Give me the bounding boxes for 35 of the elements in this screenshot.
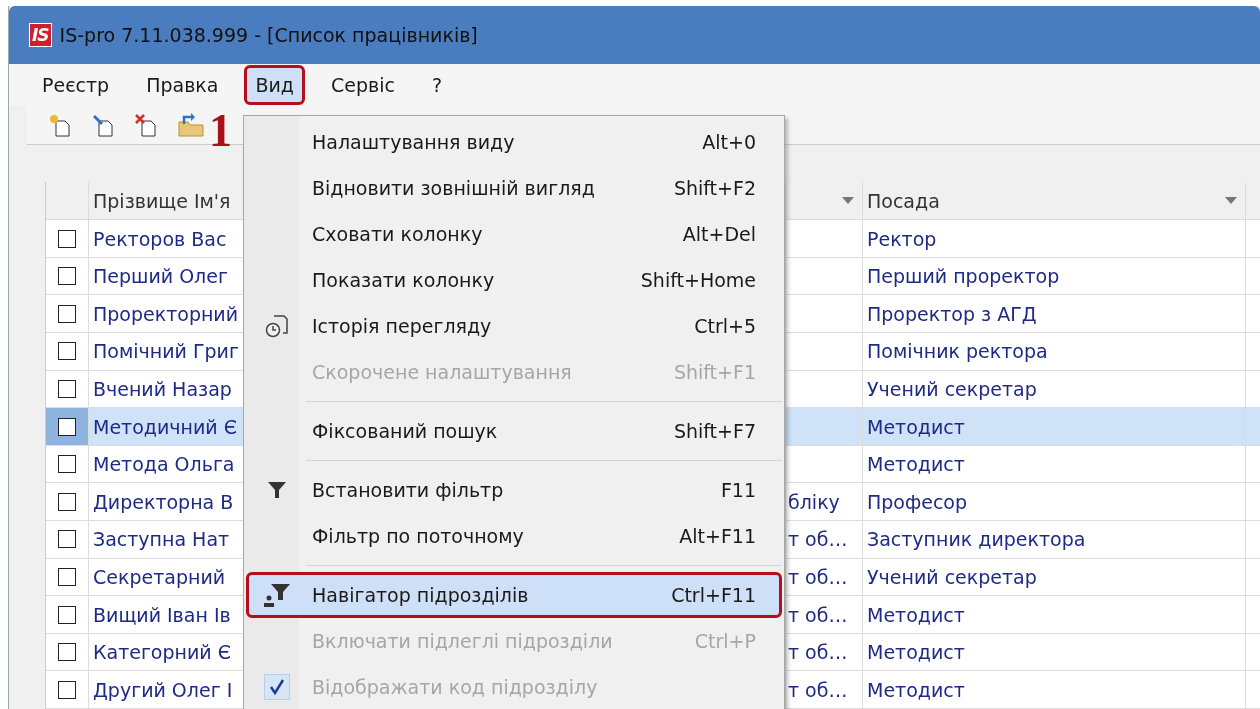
table-cell: т об…: [788, 603, 848, 626]
table-cell: Вищий Іван Ів: [93, 603, 231, 626]
table-cell: бліку: [788, 490, 840, 513]
table-cell: Помічний Григ: [93, 340, 239, 363]
table-cell: Методист: [867, 641, 965, 664]
table-cell: Другий Олег І: [93, 678, 233, 701]
table-cell: Методичний Є: [93, 415, 237, 438]
table-cell: Вчений Назар: [93, 377, 232, 400]
table-cell: Метода Ольга: [93, 453, 235, 476]
table-cell: Методист: [867, 453, 965, 476]
table-cell: Помічник ректора: [867, 340, 1048, 363]
table-cell: Заступна Нат: [93, 528, 230, 551]
table-cell: Учений секретар: [867, 377, 1037, 400]
table-cell: т об…: [788, 565, 848, 588]
table-cell: т об…: [788, 528, 848, 551]
table-cell: Категорний Є: [93, 641, 231, 664]
table-cell: Проректор з АГД: [867, 302, 1037, 325]
table-cell: т об…: [788, 641, 848, 664]
table-cell: Професор: [867, 490, 968, 513]
table-cell: Ректоров Вас: [93, 227, 227, 250]
step-number: 1: [209, 114, 232, 148]
table-cell: Секретарний: [93, 565, 226, 588]
table-cell: Методист: [867, 603, 965, 626]
table-cell: Перший проректор: [867, 265, 1060, 288]
table-cell: Заступник директора: [867, 528, 1086, 551]
table-cell: Учений секретар: [867, 565, 1037, 588]
table-cell: Методист: [867, 678, 965, 701]
table-cell: Перший Олег: [93, 265, 228, 288]
window-title: IS-pro 7.11.038.999 - [Список працівників]: [59, 24, 478, 47]
table-cell: Методист: [867, 415, 965, 438]
app-logo: IS: [29, 23, 52, 48]
table-cell: Ректор: [867, 227, 937, 250]
table-cell: т об…: [788, 678, 848, 701]
table-cell: Проректорний: [93, 302, 239, 325]
table-cell: Директорна В: [93, 490, 234, 513]
